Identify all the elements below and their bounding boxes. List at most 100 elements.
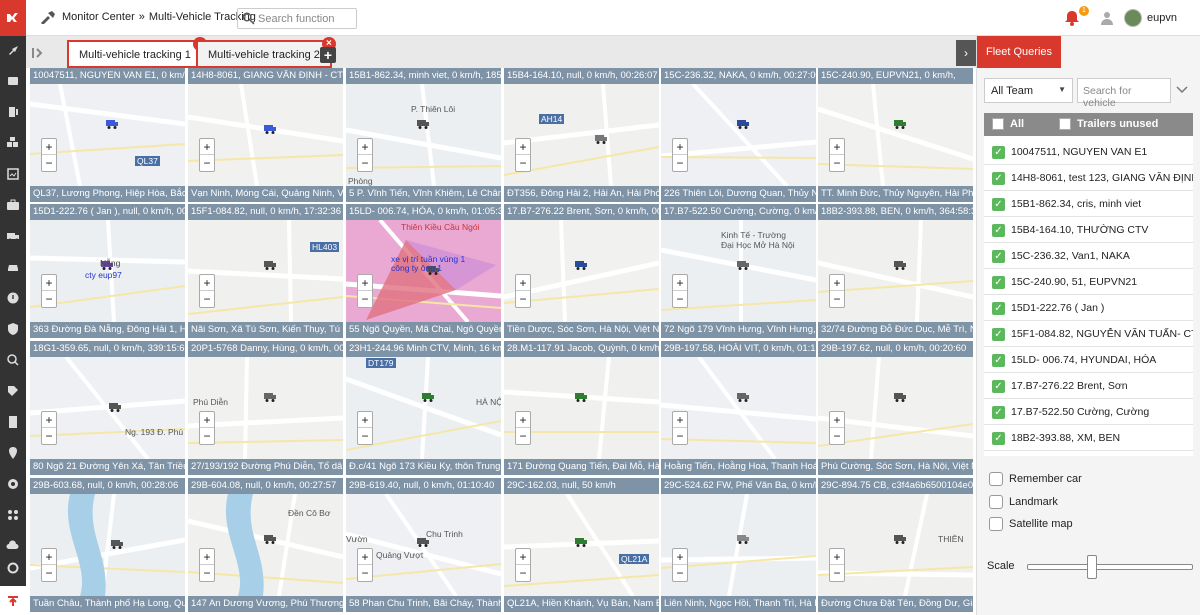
- vehicle-list-item[interactable]: ✓ 15D1-222.76 ( Jan ): [984, 296, 1193, 321]
- location-icon[interactable]: [5, 445, 21, 461]
- vehicle-list-item[interactable]: ✓ 17.B7-276.22 Brent, Sơn: [984, 374, 1193, 399]
- map-search-icon[interactable]: [5, 352, 21, 368]
- vehicle-map-cell[interactable]: + − 29B-603.68, null, 0 km/h, 00:28:06 Tuần…: [30, 478, 185, 612]
- zoom-out-button[interactable]: −: [200, 565, 214, 581]
- vehicle-marker-icon[interactable]: [893, 259, 907, 271]
- zoom-out-button[interactable]: −: [42, 565, 56, 581]
- vehicle-list-item[interactable]: ✓ 15B4-164.10, THƯỜNG CTV: [984, 218, 1193, 243]
- zoom-out-button[interactable]: −: [830, 565, 844, 581]
- vehicle-marker-icon[interactable]: [893, 533, 907, 545]
- zoom-in-button[interactable]: +: [358, 275, 372, 291]
- vehicle-list-item[interactable]: ✓ 14H8-8061, test 123, GIANG VĂN ĐỊNH - C…: [984, 166, 1193, 191]
- zoom-in-button[interactable]: +: [830, 275, 844, 291]
- zoom-in-button[interactable]: +: [42, 412, 56, 428]
- satellite-map-option[interactable]: Satellite map: [989, 517, 1073, 531]
- vehicle-map-cell[interactable]: +− 15B1-862.34, minh viet, 0 km/h, 1852:4…: [346, 68, 501, 202]
- zoom-out-button[interactable]: −: [516, 291, 530, 307]
- zoom-in-button[interactable]: +: [516, 139, 530, 155]
- vehicle-map-cell[interactable]: +− 14H8-8061, GIANG VĂN ĐỊNH - CTV Hi Vạn …: [188, 68, 343, 202]
- settings-gear-icon[interactable]: [5, 476, 21, 492]
- vehicle-list-item[interactable]: ✓ 15C-240.90, 51, EUPVN21: [984, 270, 1193, 295]
- zoom-out-button[interactable]: −: [830, 155, 844, 171]
- satellite-map-checkbox[interactable]: [989, 517, 1003, 531]
- vehicle-marker-icon[interactable]: [574, 391, 588, 403]
- breadcrumb-root[interactable]: Monitor Center: [62, 11, 135, 23]
- zoom-in-button[interactable]: +: [830, 549, 844, 565]
- vehicle-checkbox-icon[interactable]: ✓: [992, 276, 1005, 289]
- function-search-input[interactable]: Search function: [237, 8, 357, 29]
- zoom-out-button[interactable]: −: [673, 428, 687, 444]
- zoom-out-button[interactable]: −: [358, 565, 372, 581]
- zoom-in-button[interactable]: +: [358, 139, 372, 155]
- zoom-out-button[interactable]: −: [200, 155, 214, 171]
- vehicle-map-cell[interactable]: + − 15LD- 006.74, HÓA, 0 km/h, 01:05:30 55 …: [346, 204, 501, 338]
- vehicle-marker-icon[interactable]: [893, 118, 907, 130]
- zoom-out-button[interactable]: −: [42, 291, 56, 307]
- tag-icon[interactable]: [5, 383, 21, 399]
- zoom-out-button[interactable]: −: [830, 291, 844, 307]
- vehicle-checkbox-icon[interactable]: ✓: [992, 432, 1005, 445]
- vehicle-list-item[interactable]: ✓ 15F1-084.82, NGUYỄN VĂN TUẤN- CTV: [984, 322, 1193, 347]
- vehicle-map-cell[interactable]: + − 17.B7-522.50 Cường, Cường, 0 km/h, 72 N…: [661, 204, 816, 338]
- zoom-in-button[interactable]: +: [42, 549, 56, 565]
- zoom-out-button[interactable]: −: [673, 291, 687, 307]
- vehicle-search-input[interactable]: Search for vehicle: [1077, 78, 1171, 109]
- zoom-in-button[interactable]: +: [200, 412, 214, 428]
- dashboard-icon[interactable]: [5, 73, 21, 89]
- tab-multi-vehicle-tracking-1[interactable]: Multi-vehicle tracking 1 ×: [67, 37, 207, 68]
- trailers-unused-checkbox[interactable]: [1059, 118, 1071, 130]
- zoom-out-button[interactable]: −: [830, 428, 844, 444]
- vehicle-map-cell[interactable]: + − 15C-240.90, EUPVN21, 0 km/h, TT. Minh Đ…: [818, 68, 973, 202]
- vehicle-map-cell[interactable]: + − 10047511, NGUYEN VAN E1, 0 km/h, 1 QL37…: [30, 68, 185, 202]
- zoom-out-button[interactable]: −: [673, 565, 687, 581]
- vehicle-map-cell[interactable]: + − 29B-619.40, null, 0 km/h, 01:10:40 58 P…: [346, 478, 501, 612]
- vehicle-map-cell[interactable]: + − 29B-604.08, null, 0 km/h, 00:27:57 147 …: [188, 478, 343, 612]
- vehicle-checkbox-icon[interactable]: ✓: [992, 172, 1005, 185]
- fuel-icon[interactable]: [5, 104, 21, 120]
- collapse-sidebar-icon[interactable]: [28, 42, 48, 64]
- zoom-in-button[interactable]: +: [673, 412, 687, 428]
- user-icon[interactable]: [1099, 10, 1115, 26]
- vehicle-marker-icon[interactable]: [736, 533, 750, 545]
- boxes-icon[interactable]: [5, 135, 21, 151]
- report-icon[interactable]: [5, 166, 21, 182]
- chevron-down-icon[interactable]: [1175, 82, 1189, 96]
- zoom-in-button[interactable]: +: [516, 275, 530, 291]
- zoom-in-button[interactable]: +: [358, 412, 372, 428]
- zoom-out-button[interactable]: −: [200, 428, 214, 444]
- vehicle-list-item[interactable]: ✓ 15B1-862.34, cris, minh viet: [984, 192, 1193, 217]
- team-select[interactable]: All Team ▼: [984, 78, 1073, 103]
- app-logo-icon[interactable]: [0, 0, 26, 36]
- zoom-in-button[interactable]: +: [673, 139, 687, 155]
- remember-car-checkbox[interactable]: [989, 472, 1003, 486]
- zoom-in-button[interactable]: +: [42, 139, 56, 155]
- vehicle-map-cell[interactable]: + − 15B4-164.10, null, 0 km/h, 00:26:07 ĐT3…: [504, 68, 659, 202]
- vehicle-map-cell[interactable]: + − 15F1-084.82, null, 0 km/h, 17:32:36 Nãi…: [188, 204, 343, 338]
- vehicle-marker-icon[interactable]: [110, 538, 124, 550]
- vehicle-map-cell[interactable]: + − 18G1-359.65, null, 0 km/h, 339:15:60 80…: [30, 341, 185, 475]
- vehicle-map-cell[interactable]: + − 15D1-222.76 ( Jan ), null, 0 km/h, 00:…: [30, 204, 185, 338]
- vehicle-checkbox-icon[interactable]: ✓: [992, 354, 1005, 367]
- vehicle-list-item[interactable]: ✓ 15C-236.32, Van1, NAKA: [984, 244, 1193, 269]
- vehicle-map-cell[interactable]: + − 18B2-393.88, BEN, 0 km/h, 364:58:39 32/…: [818, 204, 973, 338]
- vehicle-map-cell[interactable]: + − 29C-524.62 FW, Phế Văn Ba, 0 km/h, Liên…: [661, 478, 816, 612]
- zoom-in-button[interactable]: +: [200, 549, 214, 565]
- username[interactable]: eupvn: [1147, 12, 1177, 24]
- zoom-in-button[interactable]: +: [830, 412, 844, 428]
- shield-icon[interactable]: [5, 321, 21, 337]
- cloud-icon[interactable]: [5, 538, 21, 554]
- vehicle-checkbox-icon[interactable]: ✓: [992, 380, 1005, 393]
- landmark-option[interactable]: Landmark: [989, 495, 1058, 509]
- expand-panel-icon[interactable]: ›: [956, 40, 976, 66]
- scroll-top-icon[interactable]: [0, 586, 26, 615]
- vehicle-map-cell[interactable]: +− 29C-894.75 CB, c3f4a6b6500104e0, 0 k Đư…: [818, 478, 973, 612]
- vehicle-list-item[interactable]: ✓ 17.B7-522.50 Cường, Cường: [984, 400, 1193, 425]
- vehicle-map-cell[interactable]: + − 17.B7-276.22 Brent, Sơn, 0 km/h, 00:30…: [504, 204, 659, 338]
- vehicle-checkbox-icon[interactable]: ✓: [992, 406, 1005, 419]
- vehicle-checkbox-icon[interactable]: ✓: [992, 224, 1005, 237]
- vehicle-list-item[interactable]: ✓ 15LD- 006.74, HYUNDAI, HÓA: [984, 348, 1193, 373]
- avatar[interactable]: [1124, 9, 1142, 27]
- vehicle-checkbox-icon[interactable]: ✓: [992, 328, 1005, 341]
- tab-fleet-queries[interactable]: Fleet Queries: [977, 36, 1061, 68]
- vehicle-marker-icon[interactable]: [736, 118, 750, 130]
